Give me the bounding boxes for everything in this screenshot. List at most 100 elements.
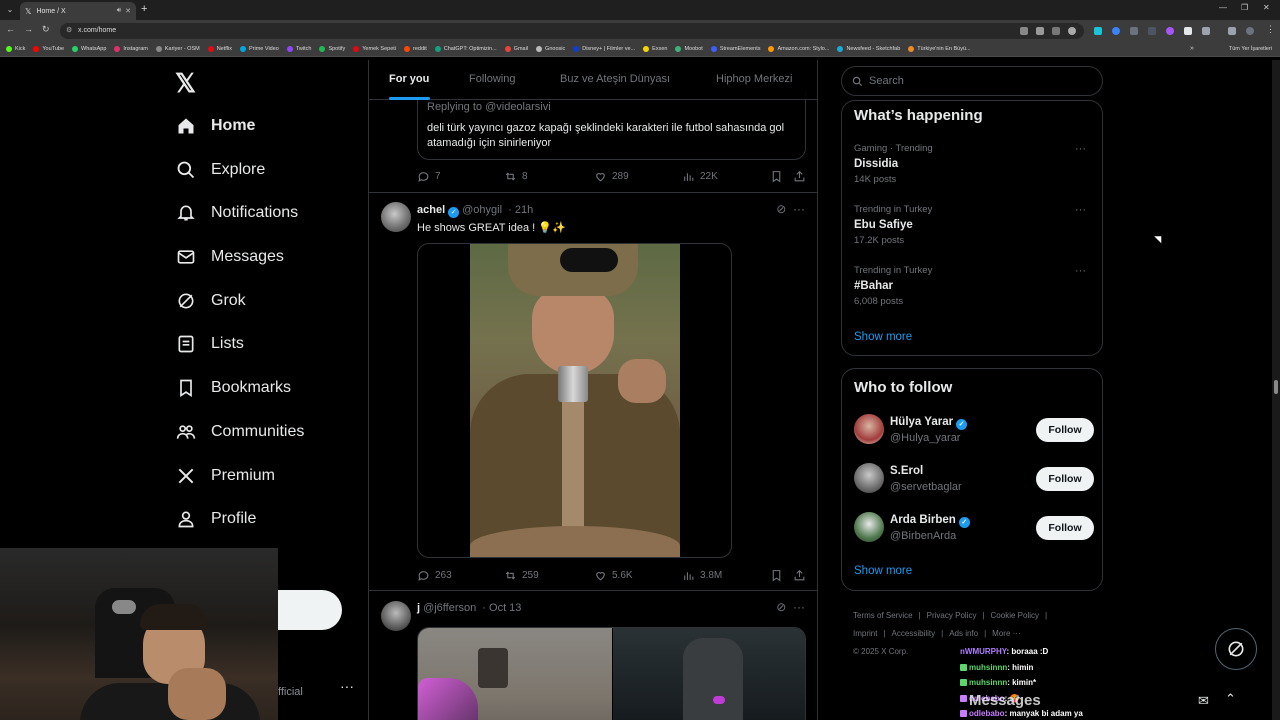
all-bookmarks-button[interactable]: Tüm Yer İşaretleri — [1229, 46, 1272, 52]
nav-lists[interactable]: Lists — [176, 329, 244, 359]
author-handle[interactable]: @j6fferson — [423, 602, 476, 614]
new-message-icon[interactable]: ✉︎ — [1198, 693, 1209, 709]
media-image-left[interactable] — [418, 628, 612, 720]
avatar[interactable] — [381, 601, 411, 631]
post-button[interactable] — [278, 590, 342, 630]
nav-explore[interactable]: Explore — [176, 155, 265, 185]
restore-button[interactable]: ❐ — [1241, 3, 1248, 12]
tab-following[interactable]: Following — [469, 73, 515, 85]
zoom-icon[interactable] — [1052, 27, 1060, 35]
profile-avatar-icon[interactable] — [1246, 27, 1254, 35]
bookmark-item[interactable]: StreamElements — [710, 46, 760, 52]
footer-link[interactable]: Accessibility — [892, 629, 936, 638]
nav-grok[interactable]: Grok — [176, 286, 246, 316]
bookmark-item[interactable]: Newsfeed - Sketchfab — [837, 46, 900, 52]
extension-icon[interactable] — [1094, 27, 1102, 35]
bookmark-item[interactable]: WhatsApp — [72, 46, 106, 52]
follow-button[interactable]: Follow — [1036, 418, 1094, 442]
more-icon[interactable]: ··· — [793, 202, 805, 216]
tab-buz-ve-atesin-dunyasi[interactable]: Buz ve Ateşin Dünyası — [560, 73, 670, 85]
bookmark-item[interactable]: Spotify — [319, 46, 345, 52]
address-bar[interactable]: x.com/home — [60, 23, 1084, 39]
suggestion-handle[interactable]: @Hulya_yarar — [890, 432, 960, 444]
grok-button[interactable] — [1215, 628, 1257, 670]
account-more-icon[interactable]: ··· — [340, 678, 354, 694]
extension-icon[interactable] — [1148, 27, 1156, 35]
media-image-right[interactable] — [613, 628, 805, 720]
views-button[interactable]: 3.8M — [682, 569, 722, 582]
suggestion-name[interactable]: Hülya Yarar ✓ — [890, 416, 968, 430]
follow-button[interactable]: Follow — [1036, 516, 1094, 540]
replying-to[interactable]: Replying to @videolarsivi — [427, 101, 551, 113]
bookmark-item[interactable]: Yemek Sepeti — [353, 46, 396, 52]
bookmark-item[interactable]: Gmail — [504, 46, 528, 52]
footer-link[interactable]: Cookie Policy — [991, 611, 1039, 620]
extension-icon[interactable] — [1166, 27, 1174, 35]
messages-drawer-title[interactable]: Messages — [969, 692, 1041, 709]
account-handle[interactable]: fficial — [278, 686, 303, 698]
bookmark-item[interactable]: Prime Video — [239, 46, 279, 52]
footer-link[interactable]: Ads info — [949, 629, 978, 638]
avatar[interactable] — [854, 463, 884, 493]
nav-notifications[interactable]: Notifications — [176, 198, 298, 228]
share-button[interactable] — [793, 170, 811, 183]
site-info-icon[interactable]: ⚙︎ — [66, 26, 72, 34]
messages-drawer[interactable]: Messages ✉︎ ⌃ — [955, 684, 1255, 720]
more-icon[interactable]: ··· — [793, 600, 805, 614]
bookmark-item[interactable]: Moobot — [675, 46, 703, 52]
close-window-button[interactable]: ✕ — [1263, 3, 1270, 12]
new-tab-button[interactable]: + — [141, 3, 147, 15]
post-time[interactable]: · 21h — [508, 204, 533, 216]
translate-icon[interactable] — [1036, 27, 1044, 35]
follow-suggestion[interactable]: Hülya Yarar ✓ @Hulya_yarar Follow — [854, 414, 1094, 448]
who-to-follow-show-more[interactable]: Show more — [854, 565, 912, 577]
bookmark-button[interactable] — [770, 170, 788, 183]
avatar[interactable] — [854, 414, 884, 444]
views-button[interactable]: 22K — [682, 170, 718, 183]
speaker-icon[interactable]: 🔊︎ — [117, 7, 121, 15]
suggestion-name[interactable]: Arda Birben ✓ — [890, 514, 970, 528]
bookmark-item[interactable]: Instagram — [114, 46, 148, 52]
reload-button[interactable]: ↻ — [42, 24, 50, 35]
like-button[interactable]: 289 — [594, 170, 629, 183]
post-time[interactable]: · Oct 13 — [482, 602, 521, 614]
bookmark-item[interactable]: Gnoosic — [536, 46, 565, 52]
footer-link[interactable]: Privacy Policy — [927, 611, 977, 620]
follow-suggestion[interactable]: Arda Birben ✓ @BirbenArda Follow — [854, 512, 1094, 546]
reply-button[interactable]: 7 — [417, 170, 441, 183]
bookmark-item[interactable]: Exxen — [643, 46, 667, 52]
bookmark-item[interactable]: Twitch — [286, 46, 311, 52]
trend-item[interactable]: Trending in Turkey #Bahar 6,008 posts ··… — [854, 265, 1094, 307]
close-tab-icon[interactable]: ✕ — [125, 7, 131, 15]
nav-communities[interactable]: Communities — [176, 417, 304, 447]
footer-link[interactable]: © 2025 X Corp. — [853, 647, 908, 656]
cast-icon[interactable] — [1020, 27, 1028, 35]
footer-link[interactable]: More ··· — [992, 629, 1020, 638]
nav-messages[interactable]: Messages — [176, 242, 284, 272]
trend-more-icon[interactable]: ··· — [1075, 204, 1086, 216]
author-name[interactable]: achel — [417, 204, 445, 216]
bookmark-item[interactable]: ChatGPT: Optimizin... — [434, 46, 497, 52]
nav-profile[interactable]: Profile — [176, 504, 256, 534]
trend-more-icon[interactable]: ··· — [1075, 143, 1086, 155]
bookmark-item[interactable]: Kick — [6, 46, 25, 52]
nav-home[interactable]: Home — [176, 111, 255, 141]
tab-list-button[interactable]: ⌄ — [4, 4, 16, 16]
nav-bookmarks[interactable]: Bookmarks — [176, 373, 291, 403]
forward-button[interactable]: → — [24, 24, 33, 34]
suggestion-handle[interactable]: @servetbaglar — [890, 481, 962, 493]
extensions-puzzle-icon[interactable] — [1202, 27, 1210, 35]
browser-tab[interactable]: 𝕏 Home / X 🔊︎ ✕ — [20, 2, 136, 20]
side-panel-icon[interactable] — [1228, 27, 1236, 35]
repost-button[interactable]: 8 — [504, 170, 528, 183]
bookmark-item[interactable]: Netflix — [207, 46, 232, 52]
bookmark-item[interactable]: Amazon.com: Stylo... — [768, 46, 829, 52]
trends-show-more[interactable]: Show more — [854, 331, 912, 343]
trend-more-icon[interactable]: ··· — [1075, 265, 1086, 277]
bookmark-item[interactable]: Türkiye'nin En Büyü... — [908, 46, 971, 52]
trend-item[interactable]: Gaming · Trending Dissidia 14K posts ··· — [854, 143, 1094, 185]
bookmark-item[interactable]: reddit — [404, 46, 427, 52]
x-logo-icon[interactable]: 𝕏 — [175, 68, 196, 99]
extension-icon[interactable] — [1112, 27, 1120, 35]
expand-drawer-icon[interactable]: ⌃ — [1225, 691, 1236, 707]
